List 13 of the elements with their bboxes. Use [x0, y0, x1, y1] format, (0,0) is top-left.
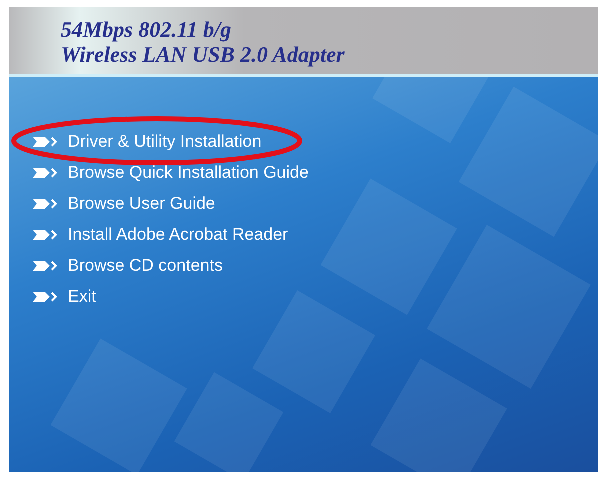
product-title: 54Mbps 802.11 b/g: [61, 17, 233, 42]
menu-item[interactable]: Browse User Guide: [33, 193, 216, 215]
arrow-icon: [33, 167, 60, 179]
menu-item[interactable]: Exit: [33, 286, 96, 308]
arrow-icon: [33, 136, 60, 148]
arrow-icon: [33, 260, 60, 272]
arrow-icon: [33, 229, 60, 241]
arrow-icon: [33, 198, 60, 210]
menu-item[interactable]: Browse Quick Installation Guide: [33, 162, 309, 184]
product-title: Wireless LAN USB 2.0 Adapter: [61, 42, 346, 67]
menu-item[interactable]: Browse CD contents: [33, 255, 223, 277]
menu-item[interactable]: Install Adobe Acrobat Reader: [33, 224, 288, 246]
arrow-icon: [33, 291, 60, 303]
